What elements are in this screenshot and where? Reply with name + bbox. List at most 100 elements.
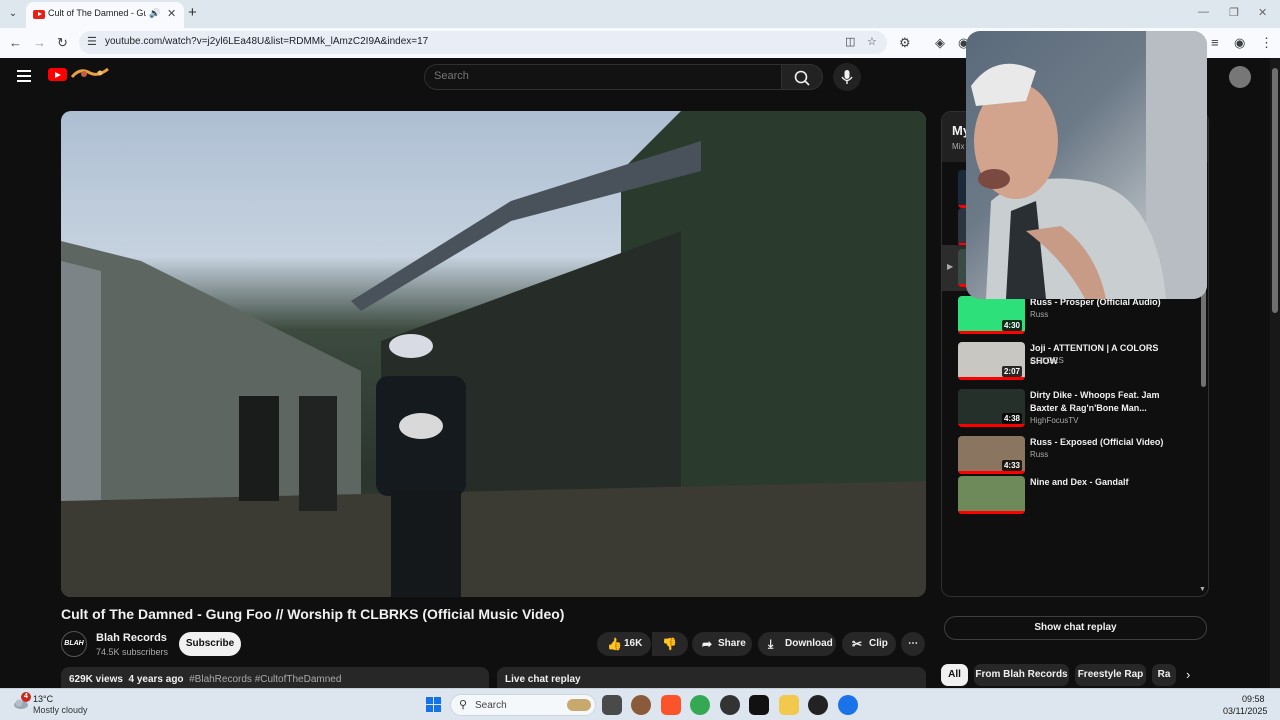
file-explorer-icon[interactable] bbox=[779, 695, 799, 715]
reload-icon[interactable]: ↻ bbox=[57, 35, 68, 51]
taskbar-search[interactable]: ⚲ Search bbox=[450, 694, 596, 716]
back-icon[interactable]: ← bbox=[9, 35, 22, 51]
chip-freestyle-rap[interactable]: Freestyle Rap bbox=[1075, 664, 1146, 686]
show-chat-replay-button[interactable]: Show chat replay bbox=[944, 616, 1207, 640]
share-icon: ➦ bbox=[702, 637, 713, 651]
window-close-icon[interactable]: ✕ bbox=[1258, 6, 1267, 19]
thumbs-down-icon: 👎 bbox=[662, 637, 677, 651]
subscribe-button[interactable]: Subscribe bbox=[179, 632, 241, 656]
playlist-item[interactable]: 4:38 Dirty Dike - Whoops Feat. Jam Baxter… bbox=[942, 385, 1200, 431]
game-app-icon[interactable] bbox=[631, 695, 651, 715]
new-tab-button[interactable]: + bbox=[188, 4, 197, 21]
scroll-down-arrow-icon[interactable]: ▼ bbox=[1199, 586, 1206, 593]
playlist-item-title[interactable]: Dirty Dike - Whoops Feat. Jam Baxter & R… bbox=[1030, 389, 1170, 415]
video-meta: 629K views 4 years ago #BlahRecords #Cul… bbox=[69, 674, 341, 685]
chrome-icon[interactable] bbox=[690, 695, 710, 715]
youtube-doodle-logo[interactable] bbox=[70, 65, 112, 83]
playlist-item-thumbnail[interactable]: 4:30 bbox=[958, 296, 1025, 334]
address-bar[interactable]: ☰ youtube.com/watch?v=j2yl6LEa48U&list=R… bbox=[79, 31, 887, 54]
task-view-icon[interactable] bbox=[602, 695, 622, 715]
url-text[interactable]: youtube.com/watch?v=j2yl6LEa48U&list=RDM… bbox=[105, 36, 428, 47]
chip-all[interactable]: All bbox=[941, 664, 968, 686]
video-player[interactable] bbox=[61, 111, 926, 597]
watched-progress-bar bbox=[958, 331, 1025, 334]
clip-label: Clip bbox=[869, 638, 888, 649]
incognito-icon[interactable]: ◈ bbox=[935, 35, 945, 51]
playlist-item-thumbnail[interactable]: 4:33 bbox=[958, 436, 1025, 474]
playlist-subtitle: Mix bbox=[952, 142, 965, 151]
browser-tab-bar: ⌄ Cult of The Damned - Gung Foo 🔊 ✕ + — … bbox=[0, 0, 1280, 28]
download-icon: ⤓ bbox=[768, 637, 774, 651]
extensions-icon[interactable]: ⚙ bbox=[899, 35, 911, 51]
download-button[interactable]: ⤓ Download bbox=[758, 632, 836, 656]
browser-tab-active[interactable]: Cult of The Damned - Gung Foo 🔊 ✕ bbox=[26, 2, 184, 28]
clock-time[interactable]: 09:58 bbox=[1242, 694, 1265, 704]
live-chat-label: Live chat replay bbox=[505, 674, 581, 685]
tab-search-chevron-icon[interactable]: ⌄ bbox=[5, 6, 21, 22]
duration-badge: 4:33 bbox=[1001, 460, 1022, 471]
playlist-item-thumbnail[interactable]: 4:38 bbox=[958, 389, 1025, 427]
windows-start-icon[interactable] bbox=[426, 697, 441, 712]
voice-search-button[interactable] bbox=[833, 63, 861, 91]
search-field[interactable] bbox=[424, 64, 782, 90]
menu-icon[interactable] bbox=[17, 70, 31, 82]
duration-badge: 2:07 bbox=[1001, 366, 1022, 377]
duration-badge: 4:38 bbox=[1001, 413, 1022, 424]
download-label: Download bbox=[785, 638, 833, 649]
search-button[interactable] bbox=[781, 64, 823, 90]
playlist-item-channel: COLORS bbox=[1030, 356, 1064, 365]
playlist-item-channel: Russ bbox=[1030, 450, 1049, 459]
brave-browser-icon[interactable] bbox=[661, 695, 681, 715]
microphone-icon bbox=[841, 70, 853, 84]
app-icon-red-dot[interactable] bbox=[720, 695, 740, 715]
youtube-logo-icon[interactable] bbox=[48, 68, 67, 81]
playlist-item-title[interactable]: Nine and Dex - Gandalf bbox=[1030, 476, 1170, 489]
audio-playing-icon[interactable]: 🔊 bbox=[149, 8, 160, 19]
playlist-item-title[interactable]: Russ - Exposed (Official Video) bbox=[1030, 436, 1170, 449]
page-scrollbar[interactable] bbox=[1270, 58, 1280, 688]
like-count: 16K bbox=[624, 638, 643, 649]
chip-from-blah-records[interactable]: From Blah Records bbox=[974, 664, 1069, 686]
reading-list-icon[interactable]: ≡ bbox=[1211, 35, 1219, 51]
chips-next-chevron-icon[interactable]: › bbox=[1186, 667, 1190, 682]
tab-close-icon[interactable]: ✕ bbox=[167, 7, 176, 20]
chip-rap[interactable]: Ra bbox=[1152, 664, 1176, 686]
dislike-button[interactable]: 👎 bbox=[652, 632, 688, 656]
clock-date[interactable]: 03/11/2025 bbox=[1223, 706, 1267, 716]
bookmark-star-icon[interactable]: ☆ bbox=[867, 35, 877, 48]
channel-name[interactable]: Blah Records bbox=[96, 632, 167, 644]
weather-condition[interactable]: Mostly cloudy bbox=[33, 705, 88, 715]
account-avatar[interactable] bbox=[1229, 66, 1251, 88]
profile-icon[interactable]: ◉ bbox=[1234, 35, 1245, 51]
view-count: 629K views bbox=[69, 674, 123, 685]
clip-button[interactable]: ✂ Clip bbox=[842, 632, 896, 656]
hashtags[interactable]: #BlahRecords #CultofTheDamned bbox=[189, 674, 341, 685]
taskbar-search-icon: ⚲ bbox=[459, 699, 468, 711]
playlist-scrollbar[interactable] bbox=[1201, 287, 1206, 387]
playlist-item-thumbnail[interactable] bbox=[958, 476, 1025, 514]
forward-icon[interactable]: → bbox=[33, 35, 46, 51]
install-app-icon[interactable]: ◫ bbox=[845, 35, 855, 48]
share-button[interactable]: ➦ Share bbox=[692, 632, 752, 656]
playlist-item[interactable]: 2:07 Joji - ATTENTION | A COLORS SHOW COLO… bbox=[942, 338, 1200, 384]
youtube-favicon-icon bbox=[33, 10, 45, 19]
subscriber-count: 74.5K subscribers bbox=[96, 647, 169, 657]
minimize-icon[interactable]: — bbox=[1198, 6, 1209, 18]
search-highlight-image bbox=[567, 699, 591, 711]
more-actions-button[interactable]: ⋯ bbox=[901, 632, 925, 656]
chrome-profile-icon[interactable] bbox=[838, 695, 858, 715]
page-scrollbar-thumb[interactable] bbox=[1272, 68, 1278, 313]
like-button[interactable]: 👍 16K bbox=[597, 632, 651, 656]
playlist-item-thumbnail[interactable]: 2:07 bbox=[958, 342, 1025, 380]
search-input[interactable] bbox=[434, 70, 764, 82]
browser-menu-icon[interactable]: ⋮ bbox=[1260, 35, 1273, 51]
channel-avatar[interactable]: BLAH bbox=[61, 631, 87, 657]
weather-temperature[interactable]: 13°C bbox=[33, 694, 53, 704]
playlist-item-channel: Russ bbox=[1030, 310, 1049, 319]
upload-age: 4 years ago bbox=[128, 674, 184, 685]
app-icon-g[interactable] bbox=[808, 695, 828, 715]
tiktok-icon[interactable] bbox=[749, 695, 769, 715]
site-info-icon[interactable]: ☰ bbox=[87, 35, 97, 48]
playlist-item[interactable]: Nine and Dex - Gandalf bbox=[942, 472, 1200, 518]
maximize-icon[interactable]: ❐ bbox=[1229, 6, 1239, 19]
